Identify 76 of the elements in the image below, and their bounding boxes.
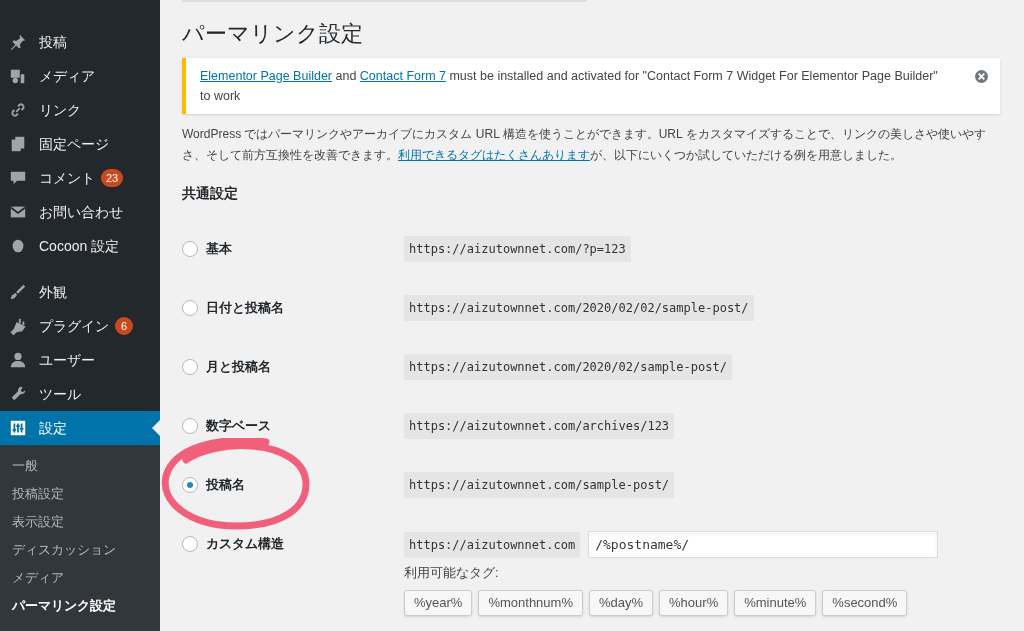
sliders-icon	[9, 419, 27, 437]
tag-button[interactable]: %day%	[588, 590, 654, 616]
menu-label: ツール	[39, 384, 81, 404]
tag-button[interactable]: %minute%	[734, 590, 817, 616]
menu-label: ユーザー	[39, 350, 95, 370]
wrench-icon	[9, 385, 27, 403]
option-label: 日付と投稿名	[206, 299, 284, 318]
sidebar-item[interactable]: コメント 23	[0, 161, 160, 195]
url-example: https://aizutownnet.com	[404, 531, 581, 558]
sidebar-item[interactable]: お問い合わせ	[0, 195, 160, 229]
text-link[interactable]: 利用できるタグはたくさんあります	[398, 148, 590, 162]
plug-icon	[9, 317, 27, 335]
sidebar-item[interactable]: メディア	[0, 59, 160, 93]
url-example: https://aizutownnet.com/sample-post/	[404, 472, 675, 498]
option-label: 投稿名	[206, 476, 245, 495]
option-label: 基本	[206, 240, 232, 259]
intro-paragraph: WordPress ではパーマリンクやアーカイブにカスタム URL 構造を使うことができます。URL をカスタマイズすることで、リンクの美しさや使いやすさ、そして前方互換性を改善できます。利用できるタグはたくさんありますが、以下にいくつか試していただける例を用意しました。	[182, 126, 987, 164]
notice-text: Elementor Page Builder and Contact Form 7 must be installed and activated for "Contact Form 7 Widget For Elementor Page Builder" to work	[200, 68, 939, 105]
pushpin-icon	[9, 33, 27, 51]
menu-label: Cocoon 設定	[39, 236, 120, 256]
menu-label: リンク	[39, 100, 81, 120]
tag-button[interactable]: %second%	[822, 590, 908, 616]
submenu-item[interactable]: ディスカッション	[0, 536, 160, 564]
url-example: https://aizutownnet.com/?p=123	[404, 236, 631, 262]
sidebar-item[interactable]: 固定ページ	[0, 127, 160, 161]
page-title: パーマリンク設定	[182, 21, 364, 47]
sidebar-item[interactable]: プラグイン 6	[0, 309, 160, 343]
radio-button[interactable]	[182, 418, 198, 434]
sidebar-item[interactable]: ツール	[0, 377, 160, 411]
link-icon	[9, 101, 27, 119]
input-field[interactable]: /%postname%/	[588, 531, 939, 558]
radio-button[interactable]	[182, 241, 198, 257]
tag-button[interactable]: %hour%	[659, 590, 729, 616]
menu-label: プラグイン	[39, 316, 109, 336]
url-example: https://aizutownnet.com/archives/123	[404, 413, 675, 439]
sidebar-item[interactable]: ユーザー	[0, 343, 160, 377]
menu-label: メディア	[39, 66, 95, 86]
media-icon	[9, 67, 27, 85]
menu-label: 外観	[39, 282, 67, 302]
submenu-item[interactable]: 一般	[0, 452, 160, 480]
tags-label: 利用可能なタグ:	[404, 564, 500, 582]
text-link[interactable]: Elementor Page Builder	[200, 69, 333, 83]
submenu-item[interactable]: 投稿設定	[0, 480, 160, 508]
submenu-item[interactable]: 表示設定	[0, 508, 160, 536]
submenu-item[interactable]: パーマリンク設定	[0, 592, 160, 620]
sidebar-item[interactable]: 設定	[0, 411, 160, 445]
menu-label: 固定ページ	[39, 134, 109, 154]
radio-button[interactable]	[182, 536, 198, 552]
radio-button[interactable]	[182, 477, 198, 493]
text-link[interactable]: Contact Form 7	[359, 69, 446, 83]
submenu-item[interactable]: メディア	[0, 564, 160, 592]
option-label: カスタム構造	[206, 535, 284, 554]
option-label: 月と投稿名	[206, 358, 271, 377]
count-badge: 6	[115, 317, 133, 335]
section-title: 共通設定	[182, 184, 239, 203]
menu-label: 投稿	[39, 32, 67, 52]
menu-label: コメント	[39, 168, 95, 188]
url-example: https://aizutownnet.com/2020/02/02/sample-post/	[404, 295, 754, 321]
url-example: https://aizutownnet.com/2020/02/sample-post/	[404, 354, 732, 380]
radio-button[interactable]	[182, 359, 198, 375]
option-label: 数字ベース	[206, 417, 271, 436]
user-icon	[9, 351, 27, 369]
radio-button[interactable]	[182, 300, 198, 316]
pages-icon	[9, 135, 27, 153]
paintbrush-icon	[9, 283, 27, 301]
menu-pointer	[152, 420, 160, 436]
sidebar-item[interactable]: リンク	[0, 93, 160, 127]
tag-button[interactable]: %monthnum%	[478, 590, 583, 616]
menu-label: 設定	[39, 418, 67, 438]
sidebar-item[interactable]: 投稿	[0, 25, 160, 59]
count-badge: 23	[101, 169, 124, 187]
sidebar-item[interactable]: 外観	[0, 275, 160, 309]
tag-button[interactable]: %year%	[404, 590, 473, 616]
menu-label: お問い合わせ	[39, 202, 123, 222]
close-icon[interactable]	[975, 70, 988, 83]
sidebar-item[interactable]: Cocoon 設定	[0, 229, 160, 263]
